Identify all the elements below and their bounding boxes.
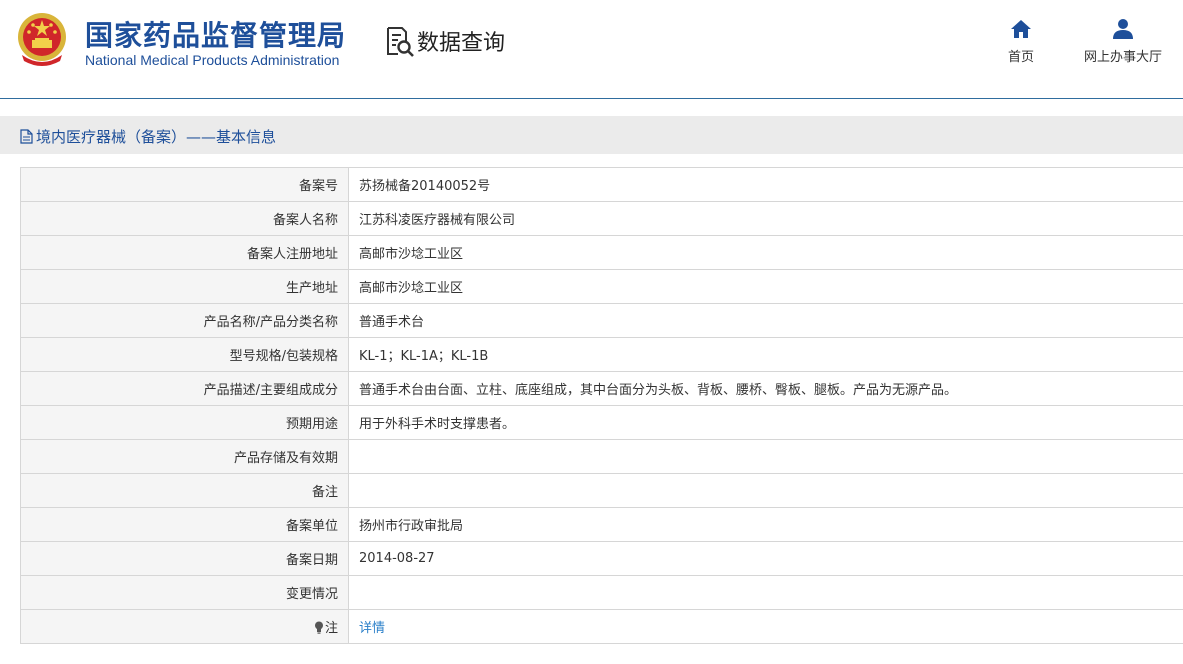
data-query-icon — [387, 27, 414, 57]
section-header: 境内医疗器械（备案）——基本信息 — [0, 116, 1183, 154]
table-row: 备案日期 2014-08-27 — [20, 541, 1183, 576]
row-value: 2014-08-27 — [348, 541, 1183, 576]
row-label: 备注 — [20, 473, 349, 508]
row-label: 产品存储及有效期 — [20, 439, 349, 474]
home-icon — [1011, 20, 1031, 38]
site-subtitle: National Medical Products Administration — [85, 52, 340, 68]
row-value: 扬州市行政审批局 — [348, 507, 1183, 542]
note-label-text: 注 — [324, 621, 338, 636]
site-title: 国家药品监督管理局 — [85, 19, 347, 52]
table-row: 备案人注册地址 高邮市沙埝工业区 — [20, 235, 1183, 270]
site-header: 国家药品监督管理局 National Medical Products Admi… — [0, 0, 1183, 98]
row-value: KL-1；KL-1A；KL-1B — [348, 337, 1183, 372]
row-label: 备案单位 — [20, 507, 349, 542]
note-label: 注 — [20, 609, 349, 644]
nav-home[interactable]: 首页 — [1001, 18, 1041, 65]
row-value — [348, 575, 1183, 610]
row-value: 高邮市沙埝工业区 — [348, 269, 1183, 304]
table-row: 预期用途 用于外科手术时支撑患者。 — [20, 405, 1183, 440]
row-label: 产品名称/产品分类名称 — [20, 303, 349, 338]
basic-info-table: 备案号 苏扬械备20140052号 备案人名称 江苏科凌医疗器械有限公司 备案人… — [20, 167, 1183, 644]
table-row: 产品名称/产品分类名称 普通手术台 — [20, 303, 1183, 338]
row-label: 产品描述/主要组成成分 — [20, 371, 349, 406]
row-label: 备案人名称 — [20, 201, 349, 236]
document-icon — [20, 129, 33, 144]
table-row: 备注 — [20, 473, 1183, 508]
row-value: 江苏科凌医疗器械有限公司 — [348, 201, 1183, 236]
data-query-link[interactable]: 数据查询 — [383, 24, 505, 58]
lightbulb-icon — [314, 621, 323, 634]
row-label: 型号规格/包装规格 — [20, 337, 349, 372]
row-value: 高邮市沙埝工业区 — [348, 235, 1183, 270]
row-value: 普通手术台由台面、立柱、底座组成，其中台面分为头板、背板、腰桥、臀板、腿板。产品… — [348, 371, 1183, 406]
header-divider — [0, 98, 1183, 99]
row-value: 用于外科手术时支撑患者。 — [348, 405, 1183, 440]
row-label: 备案人注册地址 — [20, 235, 349, 270]
details-link[interactable]: 详情 — [359, 621, 385, 636]
user-icon — [1113, 19, 1133, 39]
table-row: 产品描述/主要组成成分 普通手术台由台面、立柱、底座组成，其中台面分为头板、背板… — [20, 371, 1183, 406]
table-row: 备案单位 扬州市行政审批局 — [20, 507, 1183, 542]
table-row: 备案号 苏扬械备20140052号 — [20, 167, 1183, 202]
row-label: 生产地址 — [20, 269, 349, 304]
row-label: 备案号 — [20, 167, 349, 202]
table-row: 产品存储及有效期 — [20, 439, 1183, 474]
section-title-text: 境内医疗器械（备案）——基本信息 — [36, 128, 277, 146]
nav-online-service-hall[interactable]: 网上办事大厅 — [1077, 18, 1169, 65]
row-value: 普通手术台 — [348, 303, 1183, 338]
table-row: 生产地址 高邮市沙埝工业区 — [20, 269, 1183, 304]
section-title: 境内医疗器械（备案）——基本信息 — [20, 126, 276, 147]
row-value — [348, 439, 1183, 474]
note-value: 详情 — [348, 609, 1183, 644]
row-label: 备案日期 — [20, 541, 349, 576]
nav-home-label: 首页 — [1007, 50, 1034, 65]
row-value: 苏扬械备20140052号 — [348, 167, 1183, 202]
row-label: 变更情况 — [20, 575, 349, 610]
note-row: 注 详情 — [20, 609, 1183, 644]
national-emblem-icon — [18, 13, 66, 66]
row-label: 预期用途 — [20, 405, 349, 440]
nav-online-service-hall-label: 网上办事大厅 — [1083, 50, 1162, 65]
table-row: 变更情况 — [20, 575, 1183, 610]
table-row: 备案人名称 江苏科凌医疗器械有限公司 — [20, 201, 1183, 236]
table-row: 型号规格/包装规格 KL-1；KL-1A；KL-1B — [20, 337, 1183, 372]
data-query-label: 数据查询 — [417, 31, 506, 56]
row-value — [348, 473, 1183, 508]
